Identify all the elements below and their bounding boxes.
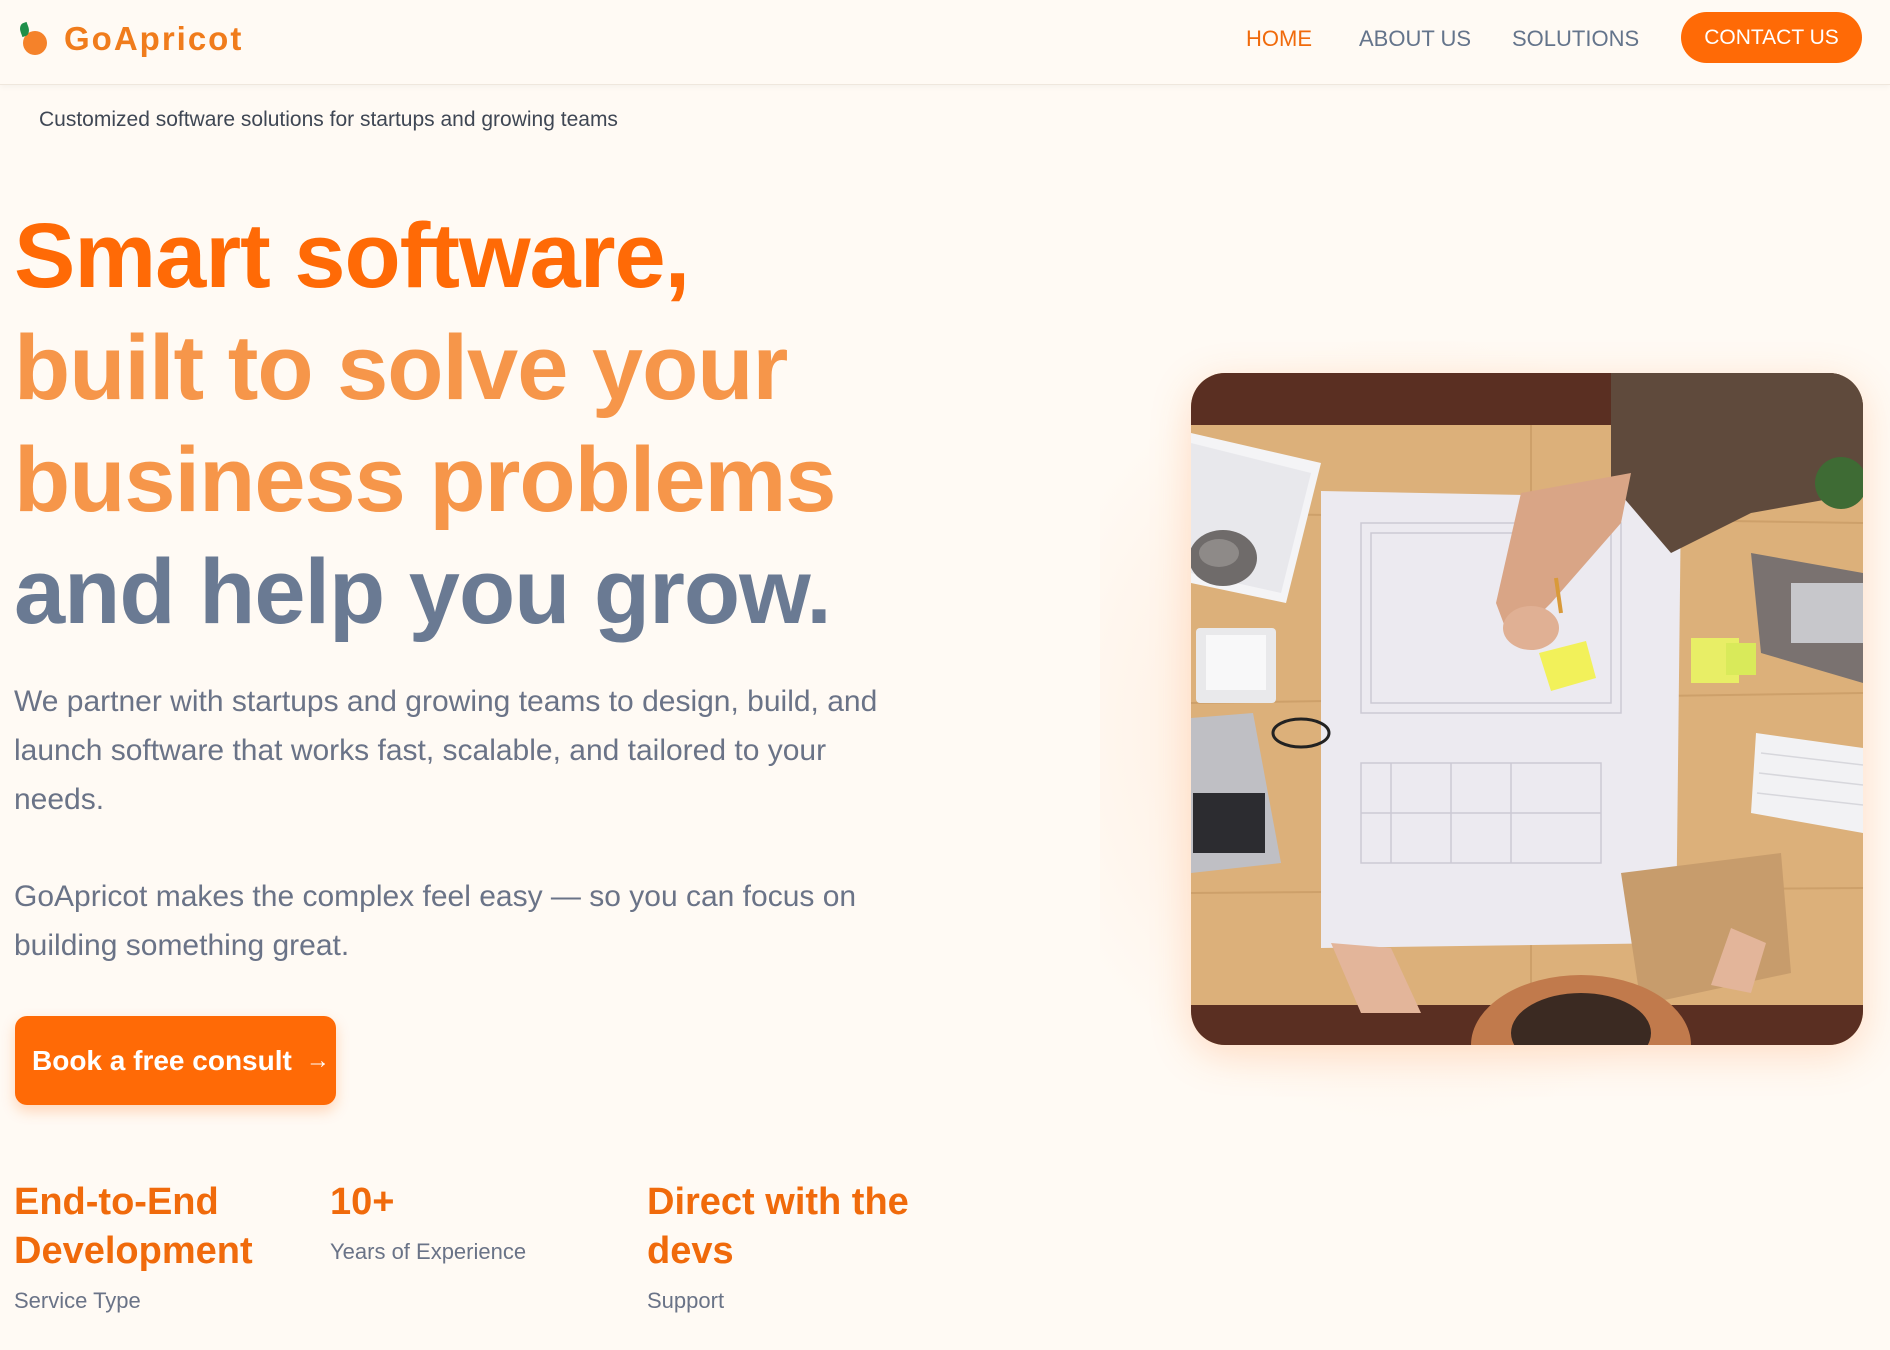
contact-us-button[interactable]: CONTACT US [1681, 12, 1862, 63]
stat-support: Direct with the devs Support [647, 1178, 947, 1314]
stat-experience: 10+ Years of Experience [330, 1178, 620, 1265]
stat-label: Years of Experience [330, 1239, 527, 1264]
stat-value: Direct with the devs [647, 1181, 909, 1272]
headline-line-2: built to solve your [14, 317, 788, 419]
stat-value: 10+ [330, 1181, 395, 1223]
book-consult-button[interactable]: Book a free consult → [15, 1016, 336, 1105]
hero-photo [1191, 373, 1863, 1045]
nav-solutions[interactable]: SOLUTIONS [1512, 26, 1639, 52]
hero-description: We partner with startups and growing tea… [14, 685, 878, 816]
stat-label: Service Type [14, 1288, 141, 1313]
stat-value: End-to-End Development [14, 1181, 253, 1272]
headline-line-3: business problems [14, 429, 836, 531]
top-nav: GoApricot HOME ABOUT US SOLUTIONS CONTAC… [0, 0, 1890, 85]
stat-service-type: End-to-End Development Service Type [14, 1178, 304, 1314]
nav-home[interactable]: HOME [1246, 26, 1312, 52]
hero-headline: Smart software, built to solve your busi… [14, 200, 836, 648]
hero-subdescription: GoApricot makes the complex feel easy — … [14, 880, 857, 962]
hero-tagline: Customized software solutions for startu… [39, 108, 618, 131]
arrow-right-icon: → [305, 1046, 330, 1074]
brand-logo[interactable]: GoApricot [18, 18, 243, 60]
apricot-icon [18, 21, 50, 57]
stat-label: Support [647, 1288, 725, 1313]
headline-line-4: and help you grow. [14, 541, 832, 643]
book-consult-label: Book a free consult [32, 1044, 292, 1076]
nav-about-us[interactable]: ABOUT US [1359, 26, 1471, 52]
headline-line-1: Smart software, [14, 205, 690, 307]
brand-name: GoApricot [64, 20, 244, 57]
